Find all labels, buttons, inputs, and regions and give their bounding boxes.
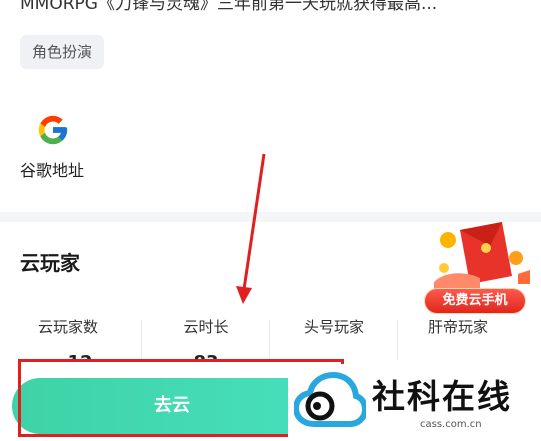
cloud-players-title: 云玩家 <box>20 251 80 275</box>
stat-separator <box>141 320 142 360</box>
stat-label-top-player: 头号玩家 <box>303 318 364 336</box>
google-download-label[interactable]: 谷歌地址 <box>20 157 84 181</box>
genre-tag[interactable]: 角色扮演 <box>20 35 105 69</box>
stat-label-cloud-time: 云时长 <box>183 318 229 336</box>
cloud-logo-icon <box>294 371 366 427</box>
free-cloud-phone-badge[interactable]: 免费云手机 <box>424 288 526 314</box>
watermark-brand: 社科在线 <box>372 377 512 416</box>
stat-label-cloud-players: 云玩家数 <box>37 318 98 336</box>
google-g-icon[interactable] <box>36 113 70 147</box>
watermark-url: cass.com.cn <box>420 419 482 430</box>
game-description: MMORPG《刀锋与灵魂》三年前第一天玩就获得最高... <box>20 0 438 14</box>
stat-separator <box>269 320 270 360</box>
stat-label-grinder-player: 肝帝玩家 <box>427 318 488 336</box>
